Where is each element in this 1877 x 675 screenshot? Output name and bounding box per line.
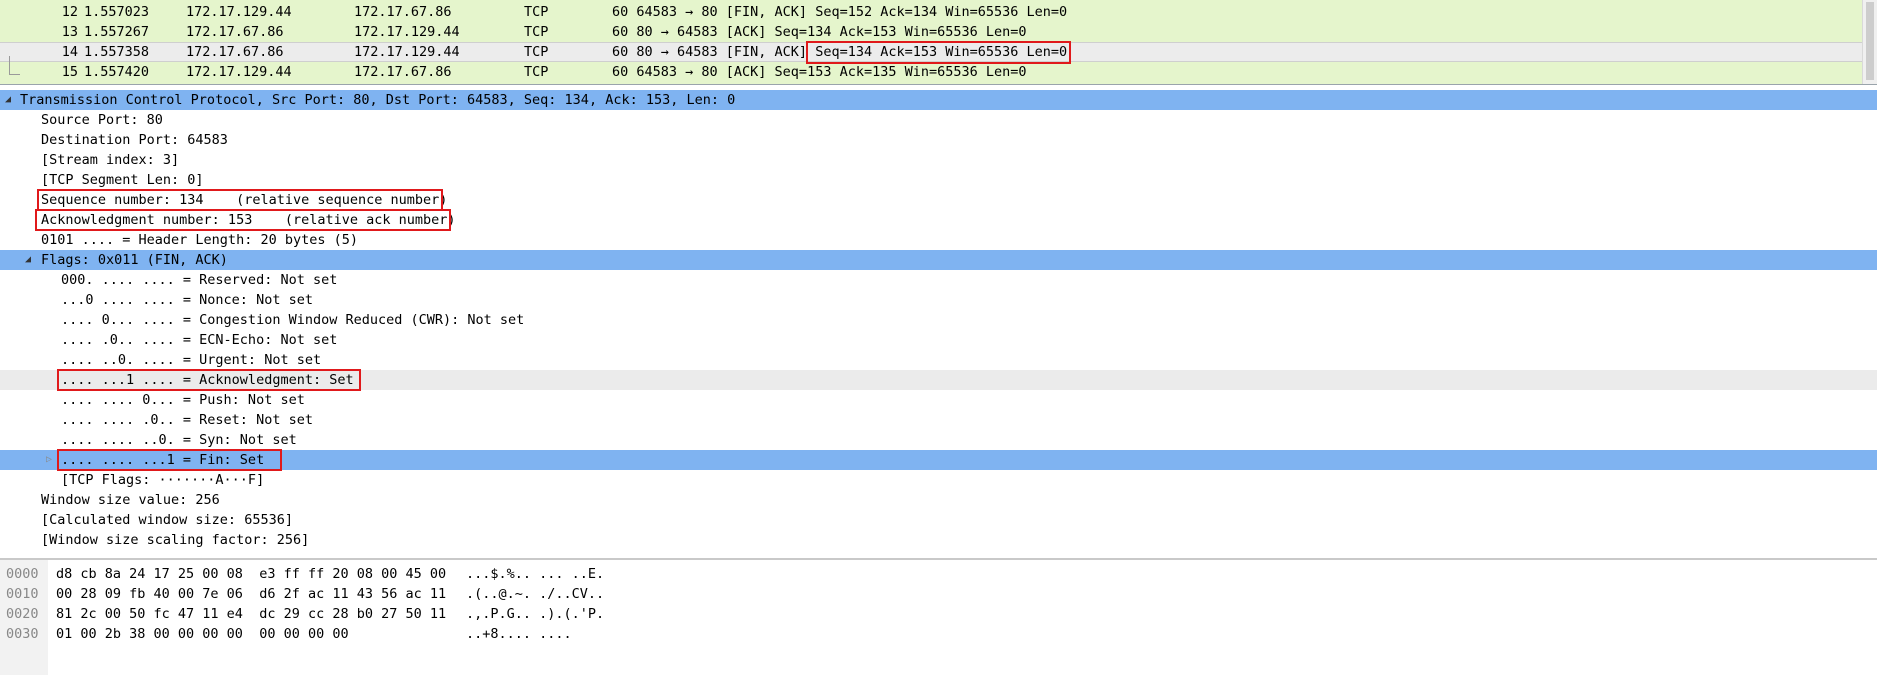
flag-row-syn[interactable]: .... .... ..0. = Syn: Not set: [0, 430, 1877, 450]
flag-row-cwr[interactable]: .... 0... .... = Congestion Window Reduc…: [0, 310, 1877, 330]
packet-protocol: TCP: [524, 4, 549, 20]
ascii-bytes[interactable]: ...$.%.. ... ..E.: [466, 564, 604, 584]
packet-destination: 172.17.67.86: [354, 64, 452, 80]
packet-row[interactable]: 15 1.557420 172.17.129.44 172.17.67.86 T…: [0, 62, 1877, 82]
byte-offset: 0000: [6, 566, 39, 582]
flag-row-tcp-flags[interactable]: [TCP Flags: ·······A···F]: [0, 470, 1877, 490]
detail-row-stream-index[interactable]: [Stream index: 3]: [0, 150, 1877, 170]
packet-info: 60 64583 → 80 [FIN, ACK] Seq=152 Ack=134…: [612, 4, 1068, 20]
packet-protocol: TCP: [524, 44, 549, 60]
detail-text: [Window size scaling factor: 256]: [41, 532, 310, 548]
packet-bytes-pane: 0000 d8 cb 8a 24 17 25 00 08 e3 ff ff 20…: [0, 558, 1877, 675]
detail-text: .... ..0. .... = Urgent: Not set: [61, 352, 322, 368]
detail-row-segment-len[interactable]: [TCP Segment Len: 0]: [0, 170, 1877, 190]
detail-text: ...0 .... .... = Nonce: Not set: [61, 292, 313, 308]
ascii-bytes[interactable]: .(..@.~. ./..CV..: [466, 584, 604, 604]
detail-row-header-length[interactable]: 0101 .... = Header Length: 20 bytes (5): [0, 230, 1877, 250]
ascii-bytes[interactable]: ..+8.... ....: [466, 624, 572, 644]
packet-time: 1.557358: [84, 44, 150, 60]
packet-source: 172.17.67.86: [186, 24, 284, 40]
flag-row-reserved[interactable]: 000. .... .... = Reserved: Not set: [0, 270, 1877, 290]
annotation-box-sequence: [37, 189, 443, 211]
detail-text: .... .... 0... = Push: Not set: [61, 392, 305, 408]
detail-text: [TCP Flags: ·······A···F]: [61, 472, 265, 488]
flag-row-nonce[interactable]: ...0 .... .... = Nonce: Not set: [0, 290, 1877, 310]
packet-time: 1.557023: [84, 4, 150, 20]
detail-text: Window size value: 256: [41, 492, 220, 508]
detail-row-destination-port[interactable]: Destination Port: 64583: [0, 130, 1877, 150]
flag-row-reset[interactable]: .... .... .0.. = Reset: Not set: [0, 410, 1877, 430]
packet-protocol: TCP: [524, 24, 549, 40]
detail-text: Source Port: 80: [41, 112, 163, 128]
detail-text: [TCP Segment Len: 0]: [41, 172, 204, 188]
annotation-box-ack-flag: [57, 369, 361, 391]
packet-source: 172.17.129.44: [186, 64, 292, 80]
byte-offset: 0030: [6, 626, 39, 642]
packet-list-scrollbar[interactable]: [1862, 0, 1877, 84]
hex-bytes[interactable]: 00 28 09 fb 40 00 7e 06 d6 2f ac 11 43 5…: [56, 584, 446, 604]
flag-row-urgent[interactable]: .... ..0. .... = Urgent: Not set: [0, 350, 1877, 370]
annotation-box-packet-info: [806, 41, 1071, 64]
packet-row[interactable]: 12 1.557023 172.17.129.44 172.17.67.86 T…: [0, 2, 1877, 22]
packet-destination: 172.17.129.44: [354, 44, 460, 60]
detail-text: .... 0... .... = Congestion Window Reduc…: [61, 312, 525, 328]
conversation-connector: [9, 56, 20, 75]
packet-destination: 172.17.129.44: [354, 24, 460, 40]
packet-number: 14: [61, 44, 78, 60]
detail-text: .... .... ..0. = Syn: Not set: [61, 432, 297, 448]
detail-row-window-size[interactable]: Window size value: 256: [0, 490, 1877, 510]
scrollbar-thumb[interactable]: [1866, 2, 1874, 80]
detail-row-flags[interactable]: ◢ Flags: 0x011 (FIN, ACK): [0, 250, 1877, 270]
packet-protocol: TCP: [524, 64, 549, 80]
collapse-triangle-icon[interactable]: ◢: [25, 250, 31, 270]
packet-list: 12 1.557023 172.17.129.44 172.17.67.86 T…: [0, 0, 1877, 85]
flag-row-push[interactable]: .... .... 0... = Push: Not set: [0, 390, 1877, 410]
hex-bytes[interactable]: d8 cb 8a 24 17 25 00 08 e3 ff ff 20 08 0…: [56, 564, 446, 584]
detail-text: Transmission Control Protocol, Src Port:…: [20, 92, 736, 108]
detail-row-calculated-window[interactable]: [Calculated window size: 65536]: [0, 510, 1877, 530]
collapse-triangle-icon[interactable]: ◢: [5, 90, 11, 110]
byte-offset: 0020: [6, 606, 39, 622]
hex-bytes[interactable]: 01 00 2b 38 00 00 00 00 00 00 00 00: [56, 624, 349, 644]
annotation-box-ack: [35, 209, 451, 231]
packet-time: 1.557267: [84, 24, 150, 40]
packet-number: 13: [61, 24, 78, 40]
packet-destination: 172.17.67.86: [354, 4, 452, 20]
packet-number: 12: [61, 4, 78, 20]
flag-row-ecn-echo[interactable]: .... .0.. .... = ECN-Echo: Not set: [0, 330, 1877, 350]
expand-triangle-icon[interactable]: ▷: [46, 450, 52, 470]
annotation-box-fin-flag: [57, 449, 282, 471]
packet-time: 1.557420: [84, 64, 150, 80]
packet-info: 60 64583 → 80 [ACK] Seq=153 Ack=135 Win=…: [612, 64, 1027, 80]
packet-info: 60 80 → 64583 [ACK] Seq=134 Ack=153 Win=…: [612, 24, 1027, 40]
detail-text: Flags: 0x011 (FIN, ACK): [41, 252, 228, 268]
hex-bytes[interactable]: 81 2c 00 50 fc 47 11 e4 dc 29 cc 28 b0 2…: [56, 604, 446, 624]
detail-text: 000. .... .... = Reserved: Not set: [61, 272, 338, 288]
detail-row-scaling-factor[interactable]: [Window size scaling factor: 256]: [0, 530, 1877, 550]
detail-text: .... .0.. .... = ECN-Echo: Not set: [61, 332, 338, 348]
detail-text: Destination Port: 64583: [41, 132, 228, 148]
ascii-bytes[interactable]: .,.P.G.. .).(.'P.: [466, 604, 604, 624]
detail-text: 0101 .... = Header Length: 20 bytes (5): [41, 232, 358, 248]
detail-text: [Stream index: 3]: [41, 152, 180, 168]
detail-row-source-port[interactable]: Source Port: 80: [0, 110, 1877, 130]
packet-details-pane: ◢ Transmission Control Protocol, Src Por…: [0, 90, 1877, 558]
detail-text: [Calculated window size: 65536]: [41, 512, 293, 528]
byte-offset: 0010: [6, 586, 39, 602]
tcp-header-row[interactable]: ◢ Transmission Control Protocol, Src Por…: [0, 90, 1877, 110]
packet-source: 172.17.129.44: [186, 4, 292, 20]
packet-number: 15: [61, 64, 78, 80]
packet-row[interactable]: 13 1.557267 172.17.67.86 172.17.129.44 T…: [0, 22, 1877, 42]
detail-text: .... .... .0.. = Reset: Not set: [61, 412, 313, 428]
packet-source: 172.17.67.86: [186, 44, 284, 60]
